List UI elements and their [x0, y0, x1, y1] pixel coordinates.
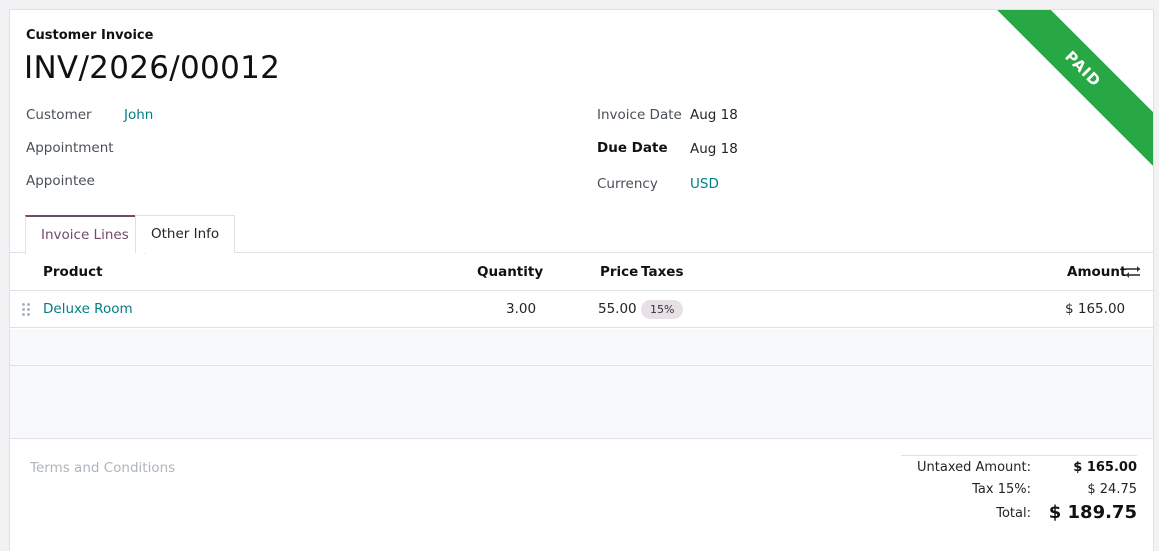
column-amount[interactable]: Amount	[1067, 253, 1126, 291]
appointee-label: Appointee	[26, 173, 95, 189]
tax-value: $ 24.75	[1087, 482, 1137, 497]
table-row[interactable]: Deluxe Room 3.00 55.00 15% $ 165.00	[10, 291, 1153, 328]
untaxed-amount-value: $ 165.00	[1073, 460, 1137, 475]
invoice-date-value[interactable]: Aug 18	[690, 107, 738, 123]
due-date-value[interactable]: Aug 18	[690, 141, 738, 157]
customer-link[interactable]: John	[124, 107, 153, 123]
currency-label: Currency	[597, 176, 658, 192]
empty-row	[10, 366, 1153, 403]
total-value: $ 189.75	[1048, 502, 1137, 523]
paid-status-ribbon: PAID	[984, 10, 1153, 168]
empty-row	[10, 329, 1153, 366]
total-label: Total:	[996, 506, 1031, 521]
invoice-date-label: Invoice Date	[597, 107, 682, 123]
tax-badge[interactable]: 15%	[641, 300, 684, 319]
empty-row	[10, 402, 1153, 439]
untaxed-amount-label: Untaxed Amount:	[917, 460, 1031, 475]
invoice-lines-header: Product Quantity Price Taxes Amount	[10, 253, 1153, 291]
customer-label: Customer	[26, 107, 92, 123]
column-price[interactable]: Price	[600, 253, 638, 291]
line-amount: $ 165.00	[1065, 301, 1126, 317]
notebook-tabs: Invoice Lines Other Info	[10, 215, 1153, 254]
line-price[interactable]: 55.00	[598, 291, 637, 328]
tab-other-info[interactable]: Other Info	[135, 215, 236, 253]
sliders-icon[interactable]	[1125, 265, 1141, 279]
totals-summary: Untaxed Amount: $ 165.00 Tax 15%: $ 24.7…	[901, 455, 1137, 523]
line-product[interactable]: Deluxe Room	[43, 291, 133, 328]
tax-label: Tax 15%:	[972, 482, 1031, 497]
document-type-label: Customer Invoice	[26, 28, 154, 43]
currency-link[interactable]: USD	[690, 176, 719, 192]
appointment-label: Appointment	[26, 140, 114, 156]
column-quantity[interactable]: Quantity	[477, 253, 543, 291]
due-date-label: Due Date	[597, 140, 668, 156]
terms-and-conditions-field[interactable]: Terms and Conditions	[30, 460, 175, 476]
column-product[interactable]: Product	[43, 253, 103, 291]
drag-handle-icon[interactable]	[22, 303, 30, 316]
column-taxes[interactable]: Taxes	[641, 253, 683, 291]
tab-invoice-lines[interactable]: Invoice Lines	[25, 215, 145, 254]
invoice-form-sheet: PAID Customer Invoice INV/2026/00012 Cus…	[9, 9, 1154, 551]
line-quantity[interactable]: 3.00	[506, 291, 536, 328]
invoice-number: INV/2026/00012	[24, 50, 281, 86]
